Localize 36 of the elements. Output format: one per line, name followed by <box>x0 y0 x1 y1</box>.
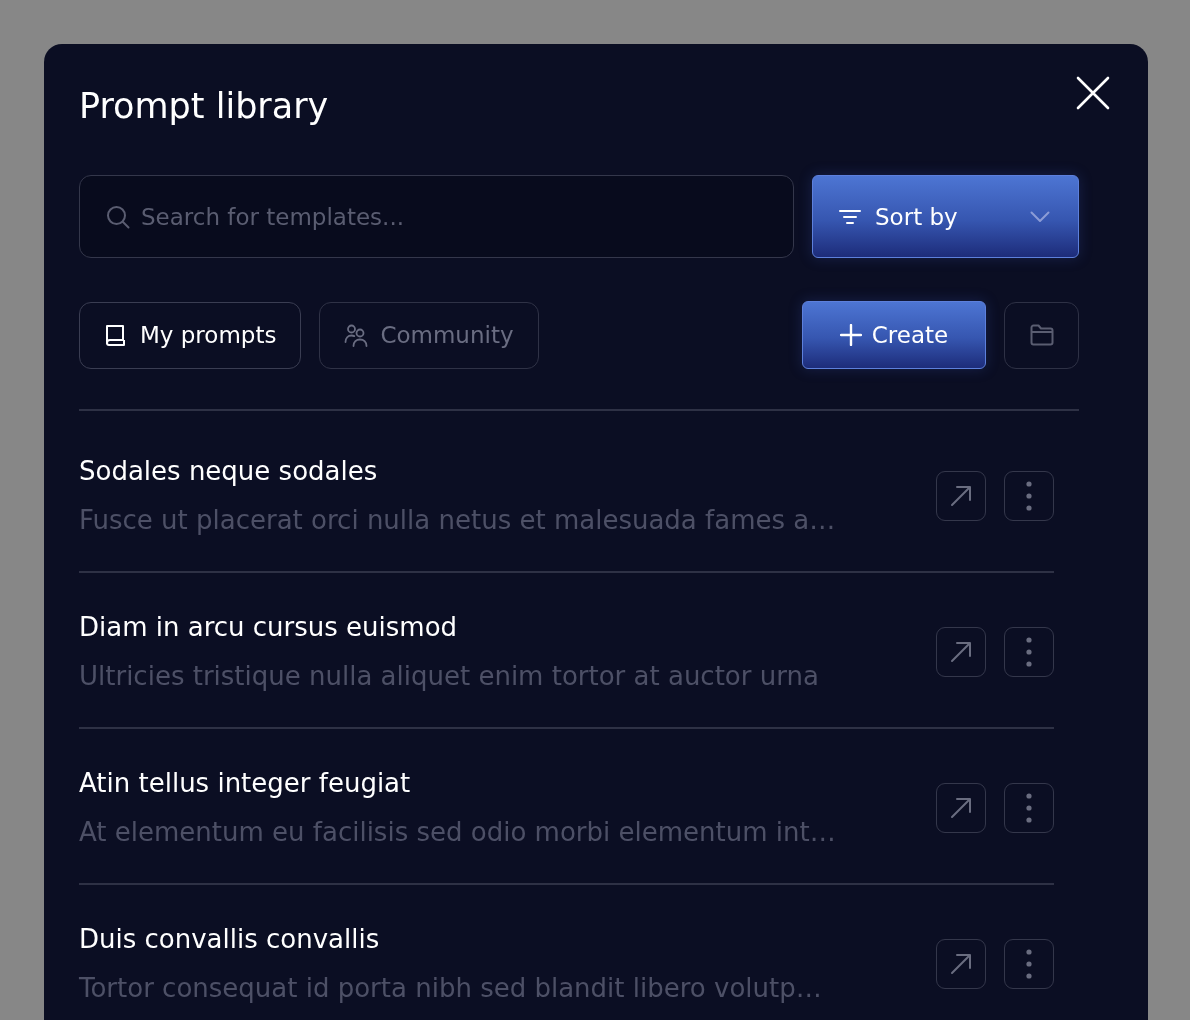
close-icon <box>1076 76 1110 110</box>
arrow-up-right-icon <box>950 796 972 819</box>
open-button[interactable] <box>936 626 986 677</box>
arrow-up-right-icon <box>950 952 972 975</box>
open-button[interactable] <box>936 470 986 521</box>
plus-icon <box>839 324 862 346</box>
arrow-up-right-icon <box>950 484 972 507</box>
prompt-title: Diam in arcu cursus euismod <box>79 611 458 643</box>
more-icon <box>1026 636 1032 667</box>
prompt-description: Ultricies tristique nulla aliquet enim tortor at auctor urna <box>79 660 819 692</box>
sort-dropdown[interactable]: Sort by <box>812 175 1079 258</box>
people-icon <box>344 323 369 347</box>
filter-icon <box>839 208 861 225</box>
close-button[interactable] <box>1076 76 1110 110</box>
tab[interactable]: My prompts <box>79 301 302 369</box>
prompt-title: Duis convallis convallis <box>79 923 380 955</box>
prompt-description: Tortor consequat id porta nibh sed blandit libero volutp… <box>79 972 822 1004</box>
prompt-title: Atin tellus integer feugiat <box>79 767 411 799</box>
search-icon <box>106 205 130 229</box>
tab[interactable]: Community <box>319 301 539 369</box>
prompt-description: At elementum eu facilisis sed odio morbi elementum int… <box>79 816 836 848</box>
open-button[interactable] <box>936 782 986 833</box>
more-icon <box>1026 480 1032 511</box>
create-button[interactable]: Create <box>802 301 986 369</box>
folder-button[interactable] <box>1004 301 1079 369</box>
prompt-description: Fusce ut placerat orci nulla netus et malesuada fames a… <box>79 504 836 536</box>
more-icon <box>1026 948 1032 979</box>
prompt-title: Sodales neque sodales <box>79 455 378 487</box>
open-button[interactable] <box>936 938 986 989</box>
search-field[interactable]: Search for templates... <box>79 175 794 258</box>
dialog-title: Prompt library <box>79 85 329 128</box>
arrow-up-right-icon <box>950 640 972 663</box>
more-icon <box>1026 792 1032 823</box>
chevron-down-icon <box>1030 210 1050 223</box>
folder-icon <box>1029 324 1054 346</box>
book-icon <box>104 323 128 347</box>
